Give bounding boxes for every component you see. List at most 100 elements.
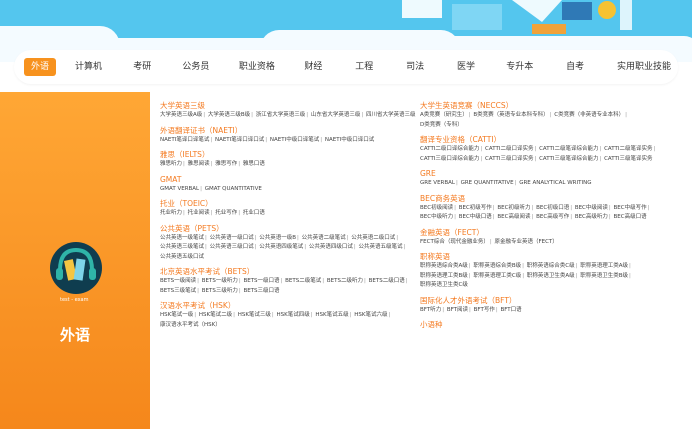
exam-subject-link[interactable]: HSK笔试四级 — [277, 312, 310, 318]
exam-group-title[interactable]: 大学生英语竞赛（NECCS） — [420, 100, 672, 111]
exam-subject-link[interactable]: 托业听力 — [160, 210, 182, 216]
exam-subject-link[interactable]: 职称英语综合类C级 — [527, 263, 575, 269]
exam-subject-link[interactable]: 公共英语五级笔试 — [359, 244, 403, 250]
exam-subject-link[interactable]: HSK笔试五级 — [315, 312, 348, 318]
nav-item-professional-qualification[interactable]: 职业资格 — [232, 58, 282, 76]
exam-group-title[interactable]: 金融英语（FECT） — [420, 227, 672, 238]
exam-group-title[interactable]: BEC商务英语 — [420, 193, 672, 204]
exam-group-title[interactable]: 公共英语（PETS） — [160, 223, 418, 234]
exam-subject-link[interactable]: C类竞赛（非英语专业本科） — [554, 112, 624, 118]
exam-subject-link[interactable]: CATTI二级口译实务 — [485, 146, 533, 152]
exam-group-title[interactable]: 翻译专业资格（CATTI） — [420, 134, 672, 145]
exam-subject-link[interactable]: BFT口语 — [500, 307, 521, 313]
exam-subject-link[interactable]: BETS一级口语 — [243, 278, 279, 284]
exam-subject-link[interactable]: 浙江省大学英语三级 — [256, 112, 306, 118]
exam-group-title[interactable]: 职称英语 — [420, 251, 672, 262]
nav-item-judicial[interactable]: 司法 — [399, 58, 431, 76]
exam-group-title[interactable]: GMAT — [160, 174, 418, 185]
exam-subject-link[interactable]: CATTI三级笔译综合能力 — [539, 156, 598, 162]
exam-subject-link[interactable]: 托业口语 — [243, 210, 265, 216]
exam-group-title[interactable]: 汉语水平考试（HSK） — [160, 300, 418, 311]
exam-subject-link[interactable]: 职称英语卫生类B级 — [580, 273, 628, 279]
exam-subject-link[interactable]: BETS二级口语 — [369, 278, 405, 284]
exam-subject-link[interactable]: CATTI二级笔译综合能力 — [539, 146, 598, 152]
exam-group-title[interactable]: 小语种 — [420, 319, 672, 330]
exam-subject-link[interactable]: GRE ANALYTICAL WRITING — [519, 180, 591, 186]
nav-item-postgraduate[interactable]: 考研 — [126, 58, 158, 76]
exam-group-title[interactable]: 托业（TOEIC） — [160, 198, 418, 209]
exam-subject-link[interactable]: NAETI笔译口译笔试 — [160, 137, 209, 143]
exam-subject-link[interactable]: GRE QUANTITATIVE — [461, 180, 514, 186]
exam-group-title[interactable]: 雅思（IELTS） — [160, 149, 418, 160]
exam-subject-link[interactable]: CATTI二级口译综合能力 — [420, 146, 479, 152]
exam-subject-link[interactable]: BETS三级听力 — [202, 288, 238, 294]
exam-subject-link[interactable]: BETS二级笔试 — [285, 278, 321, 284]
nav-item-civil-servant[interactable]: 公务员 — [175, 58, 216, 76]
exam-subject-link[interactable]: GRE VERBAL — [420, 180, 455, 186]
exam-subject-link[interactable]: 职称英语理工类A级 — [580, 263, 628, 269]
exam-subject-link[interactable]: FECT综合（现代金融业务） — [420, 239, 489, 245]
exam-subject-link[interactable]: 雅思阅读 — [188, 161, 210, 167]
exam-subject-link[interactable]: BEC初级阅读 — [420, 205, 453, 211]
exam-subject-link[interactable]: CATTI三级口译综合能力 — [420, 156, 479, 162]
exam-subject-link[interactable]: BEC高级口语 — [614, 214, 647, 220]
exam-subject-link[interactable]: 雅思听力 — [160, 161, 182, 167]
exam-subject-link[interactable]: 公共英语四级口试 — [309, 244, 353, 250]
exam-subject-link[interactable]: 雅思口语 — [243, 161, 265, 167]
nav-item-computer[interactable]: 计算机 — [68, 58, 109, 76]
exam-subject-link[interactable]: 职称英语卫生类C级 — [420, 282, 468, 288]
exam-subject-link[interactable]: BEC中级口语 — [459, 214, 492, 220]
exam-subject-link[interactable]: BFT阅读 — [447, 307, 468, 313]
exam-subject-link[interactable]: 公共英语一级B — [259, 235, 296, 241]
exam-subject-link[interactable]: BETS三级笔试 — [160, 288, 196, 294]
exam-group-title[interactable]: 外语翻译证书（NAETI） — [160, 125, 418, 136]
exam-subject-link[interactable]: B类竞赛（英语专业本科专科） — [473, 112, 548, 118]
exam-subject-link[interactable]: HSK笔试一级 — [160, 312, 193, 318]
exam-subject-link[interactable]: 托业阅读 — [188, 210, 210, 216]
exam-subject-link[interactable]: 职称英语卫生类A级 — [527, 273, 575, 279]
exam-subject-link[interactable]: 公共英语三级笔试 — [160, 244, 204, 250]
nav-item-self-study-exam[interactable]: 自考 — [559, 58, 591, 76]
exam-subject-link[interactable]: 雅思写作 — [215, 161, 237, 167]
exam-subject-link[interactable]: BETS三级口语 — [243, 288, 279, 294]
exam-subject-link[interactable]: CATTI三级口译实务 — [485, 156, 533, 162]
exam-subject-link[interactable]: 公共英语四级笔试 — [259, 244, 303, 250]
exam-subject-link[interactable]: BETS一级阅读 — [160, 278, 196, 284]
exam-subject-link[interactable]: HSK笔试三级 — [238, 312, 271, 318]
exam-subject-link[interactable]: 公共英语一级笔试 — [160, 235, 204, 241]
exam-subject-link[interactable]: GMAT VERBAL — [160, 186, 199, 192]
exam-subject-link[interactable]: BFT听力 — [420, 307, 441, 313]
exam-subject-link[interactable]: NAETI中级口译笔试 — [270, 137, 319, 143]
exam-group-title[interactable]: 大学英语三级 — [160, 100, 418, 111]
exam-subject-link[interactable]: 四川省大学英语三级 — [366, 112, 416, 118]
exam-subject-link[interactable]: CATTI二级笔译实务 — [604, 146, 652, 152]
exam-subject-link[interactable]: BEC中级写作 — [614, 205, 647, 211]
exam-subject-link[interactable]: BEC高级写作 — [536, 214, 569, 220]
exam-subject-link[interactable]: 职称英语理工类B级 — [420, 273, 468, 279]
exam-subject-link[interactable]: 康汉语水平考试（HSK） — [160, 322, 221, 328]
exam-subject-link[interactable]: 公共英语二级笔试 — [302, 235, 346, 241]
exam-subject-link[interactable]: BEC初级口语 — [536, 205, 569, 211]
exam-subject-link[interactable]: CATTI三级笔译实务 — [604, 156, 652, 162]
exam-subject-link[interactable]: HSK笔试六级 — [354, 312, 387, 318]
exam-subject-link[interactable]: 托业写作 — [215, 210, 237, 216]
exam-subject-link[interactable]: BETS二级听力 — [327, 278, 363, 284]
exam-subject-link[interactable]: GMAT QUANTITATIVE — [205, 186, 262, 192]
exam-subject-link[interactable]: NAETI笔译口译口试 — [215, 137, 264, 143]
exam-subject-link[interactable]: BEC中级阅读 — [575, 205, 608, 211]
exam-group-title[interactable]: GRE — [420, 168, 672, 179]
nav-item-medicine[interactable]: 医学 — [450, 58, 482, 76]
exam-subject-link[interactable]: BEC初级听力 — [497, 205, 530, 211]
exam-subject-link[interactable]: A类竞赛（研究生） — [420, 112, 468, 118]
exam-subject-link[interactable]: 山东省大学英语三级 — [311, 112, 361, 118]
exam-subject-link[interactable]: 公共英语三级口试 — [210, 244, 254, 250]
exam-group-title[interactable]: 北京英语水平考试（BETS） — [160, 266, 418, 277]
exam-subject-link[interactable]: BFT写作 — [474, 307, 495, 313]
exam-subject-link[interactable]: 公共英语二级口试 — [351, 235, 395, 241]
exam-subject-link[interactable]: BEC中级听力 — [420, 214, 453, 220]
exam-subject-link[interactable]: BEC高级阅读 — [497, 214, 530, 220]
exam-subject-link[interactable]: 公共英语一级口试 — [210, 235, 254, 241]
exam-subject-link[interactable]: BEC高级听力 — [575, 214, 608, 220]
exam-subject-link[interactable]: D类竞赛（专科） — [420, 122, 463, 128]
exam-subject-link[interactable]: 职称英语理工类C级 — [473, 273, 521, 279]
